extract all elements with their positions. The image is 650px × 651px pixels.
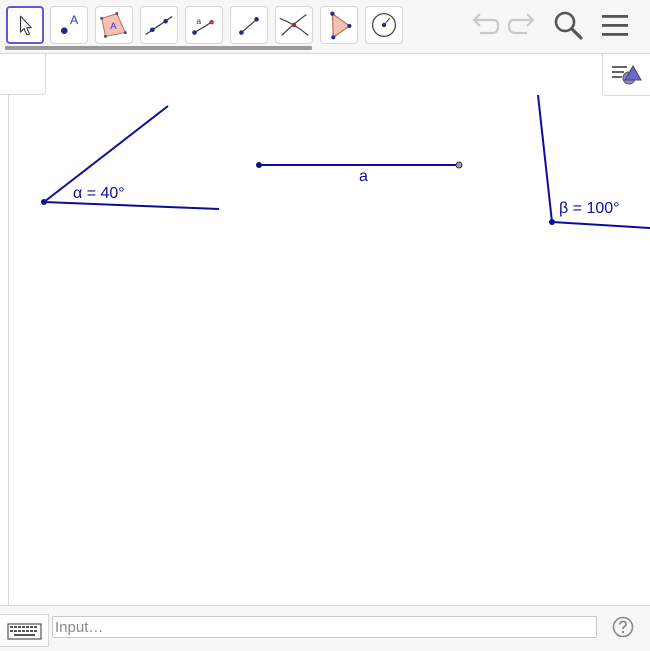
redo-button[interactable] [505, 8, 539, 42]
point-tool-button[interactable]: A [50, 6, 88, 44]
undo-button[interactable] [468, 8, 502, 42]
graphics-view[interactable]: α = 40° a β = 100° [0, 54, 650, 606]
beta-vertex-point[interactable] [549, 219, 555, 225]
segment-length-tool-label: a [196, 16, 201, 26]
search-button[interactable] [551, 8, 585, 42]
keyboard-icon [7, 623, 42, 640]
redo-icon [507, 13, 535, 35]
line-icon [145, 16, 173, 35]
segment-fixed-length-tool-button[interactable]: a [185, 6, 223, 44]
polygon-icon: A [100, 12, 127, 38]
beta-ray-upper[interactable] [537, 94, 553, 223]
segment-start-point[interactable] [256, 162, 262, 168]
toolbar: A A a [0, 0, 650, 54]
style-bar-icon [612, 64, 642, 85]
move-tool-button[interactable] [6, 6, 44, 44]
point-icon: A [60, 13, 79, 34]
intersect-tool-button[interactable] [275, 6, 313, 44]
segment-end-point[interactable] [455, 161, 463, 169]
input-field[interactable] [52, 616, 597, 638]
segment-length-icon: a [192, 16, 214, 35]
angle-alpha-label: α = 40° [73, 185, 125, 202]
view-divider[interactable] [8, 94, 9, 605]
help-button[interactable] [612, 616, 634, 638]
alpha-ray-lower[interactable] [43, 201, 220, 210]
alpha-vertex-point[interactable] [41, 199, 47, 205]
polygon-tool-button[interactable]: A [95, 6, 133, 44]
menu-icon [602, 15, 628, 36]
toolbar-scrollbar[interactable] [5, 46, 312, 50]
segment-tool-button[interactable] [230, 6, 268, 44]
search-icon [554, 11, 583, 40]
circle-tool-button[interactable] [365, 6, 403, 44]
triangle-tool-button[interactable] [320, 6, 358, 44]
point-tool-label: A [70, 13, 79, 27]
keyboard-button[interactable] [0, 614, 49, 647]
segment-a-label: a [359, 168, 368, 185]
triangle-icon [330, 11, 352, 40]
undo-icon [472, 13, 500, 35]
style-bar-toggle[interactable] [602, 54, 650, 96]
intersect-icon [279, 14, 309, 36]
circle-icon [372, 13, 396, 37]
line-tool-button[interactable] [140, 6, 178, 44]
polygon-tool-label: A [110, 21, 117, 32]
main-menu-button[interactable] [598, 8, 632, 42]
algebra-view-toggle[interactable] [0, 54, 46, 95]
angle-beta-label: β = 100° [559, 200, 620, 217]
input-bar [0, 605, 650, 651]
segment-icon [239, 17, 259, 35]
help-icon [612, 616, 634, 638]
arrow-cursor-icon [19, 15, 32, 36]
beta-ray-lower[interactable] [551, 221, 650, 229]
